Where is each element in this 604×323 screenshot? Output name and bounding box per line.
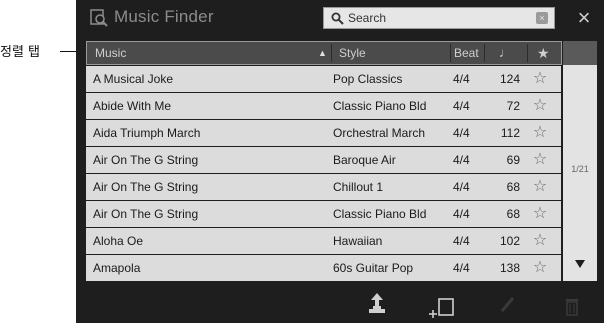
favorite-star-icon[interactable]: ☆	[530, 201, 550, 227]
song-beat: 4/4	[453, 153, 470, 167]
song-beat: 4/4	[453, 126, 470, 140]
search-icon	[331, 12, 344, 25]
song-title: Air On The G String	[93, 207, 199, 221]
sort-tab-callout-label: 정렬 탭	[0, 44, 41, 60]
song-style: 60s Guitar Pop	[333, 261, 414, 275]
song-title: Aloha Oe	[93, 234, 144, 248]
song-style: Classic Piano Bld	[333, 207, 427, 221]
song-tempo: 124	[499, 72, 520, 86]
favorite-star-icon[interactable]: ☆	[530, 93, 550, 119]
song-style: Baroque Air	[333, 153, 396, 167]
song-beat: 4/4	[453, 207, 470, 221]
song-tempo: 138	[499, 261, 520, 275]
song-style: Hawaiian	[333, 234, 383, 248]
song-style: Chillout 1	[333, 180, 384, 194]
favorite-star-icon[interactable]: ☆	[530, 255, 550, 281]
list-item[interactable]: Aloha Oe Hawaiian 4/4 102 ☆	[86, 228, 561, 254]
delete-icon[interactable]	[561, 284, 583, 323]
song-tempo: 112	[500, 126, 520, 140]
add-record-icon[interactable]	[426, 284, 460, 323]
load-icon[interactable]	[364, 284, 390, 323]
header-divider	[331, 44, 332, 62]
clear-search-icon[interactable]: ×	[536, 12, 548, 24]
list-item[interactable]: Aida Triumph March Orchestral March 4/4 …	[86, 120, 561, 146]
song-tempo: 68	[506, 207, 520, 221]
song-list: A Musical Joke Pop Classics 4/4 124 ☆ Ab…	[86, 66, 561, 282]
song-tempo: 69	[506, 153, 520, 167]
song-title: A Musical Joke	[93, 72, 174, 86]
title-bar: Music Finder × ×	[76, 0, 604, 36]
scroll-panel[interactable]	[563, 41, 597, 281]
favorite-star-icon[interactable]: ☆	[530, 66, 550, 92]
edit-icon[interactable]	[497, 284, 519, 323]
page-indicator: 1/21	[571, 164, 589, 174]
search-input[interactable]	[348, 8, 528, 28]
header-divider	[450, 44, 451, 62]
song-beat: 4/4	[453, 180, 470, 194]
header-divider	[527, 44, 528, 62]
list-item[interactable]: Amapola 60s Guitar Pop 4/4 138 ☆	[86, 255, 561, 281]
song-title: Abide With Me	[93, 99, 172, 113]
song-beat: 4/4	[453, 261, 470, 275]
sort-tab-style[interactable]: Style	[339, 42, 366, 64]
song-tempo: 72	[506, 99, 520, 113]
song-title: Air On The G String	[93, 180, 199, 194]
favorite-star-icon[interactable]: ☆	[530, 174, 550, 200]
list-item[interactable]: Air On The G String Classic Piano Bld 4/…	[86, 201, 561, 227]
song-title: Air On The G String	[93, 153, 199, 167]
sort-ascending-icon: ▲	[318, 48, 327, 58]
song-style: Classic Piano Bld	[333, 99, 427, 113]
song-style: Pop Classics	[333, 72, 403, 86]
song-title: Amapola	[93, 261, 141, 275]
sort-tab-beat[interactable]: Beat	[454, 42, 479, 64]
search-box[interactable]: ×	[323, 7, 555, 29]
list-item[interactable]: A Musical Joke Pop Classics 4/4 124 ☆	[86, 66, 561, 92]
song-tempo: 102	[499, 234, 520, 248]
list-item[interactable]: Abide With Me Classic Piano Bld 4/4 72 ☆	[86, 93, 561, 119]
song-title: Aida Triumph March	[93, 126, 201, 140]
scroll-up-button[interactable]	[563, 41, 597, 65]
song-style: Orchestral March	[333, 126, 426, 140]
sort-tab-favorite-icon[interactable]: ★	[537, 42, 550, 64]
sort-tab-tempo-icon[interactable]: ♩	[499, 42, 512, 64]
favorite-star-icon[interactable]: ☆	[530, 147, 550, 173]
song-beat: 4/4	[453, 99, 470, 113]
close-button[interactable]: ×	[572, 6, 596, 30]
sort-tabs-header: Music ▲ Style Beat ♩ ★	[86, 41, 562, 65]
song-beat: 4/4	[453, 234, 470, 248]
favorite-star-icon[interactable]: ☆	[530, 120, 550, 146]
music-finder-screen: Music Finder × × Music ▲ Style Beat ♩ ★ …	[76, 0, 604, 323]
sort-tab-music[interactable]: Music	[95, 42, 126, 64]
music-finder-icon	[90, 9, 108, 27]
app-title: Music Finder	[114, 7, 214, 26]
list-item[interactable]: Air On The G String Baroque Air 4/4 69 ☆	[86, 147, 561, 173]
header-divider	[484, 44, 485, 62]
song-tempo: 68	[506, 180, 520, 194]
song-beat: 4/4	[453, 72, 470, 86]
scroll-down-icon[interactable]	[573, 257, 587, 271]
list-item[interactable]: Air On The G String Chillout 1 4/4 68 ☆	[86, 174, 561, 200]
favorite-star-icon[interactable]: ☆	[530, 228, 550, 254]
bottom-toolbar	[76, 284, 604, 323]
